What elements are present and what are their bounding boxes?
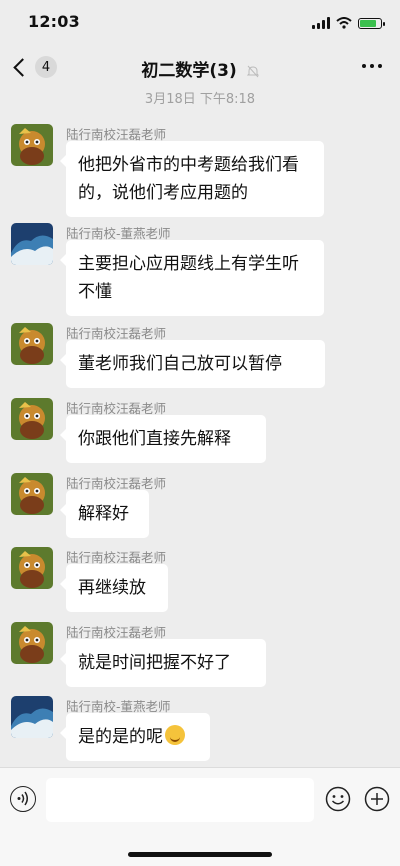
- message-bubble[interactable]: 主要担心应用题线上有学生听不懂: [60, 240, 324, 316]
- nav-bar: 4 初二数学(3): [0, 44, 400, 90]
- message-text: 你跟他们直接先解释: [78, 429, 231, 449]
- status-time: 12:03: [28, 12, 80, 31]
- status-icons: [312, 14, 385, 32]
- laughing-tears-emoji-icon: [165, 725, 185, 745]
- mute-bell-icon: [246, 65, 259, 77]
- message-bubble[interactable]: 是的是的呢: [60, 713, 210, 761]
- cartoon-avatar-icon: [11, 547, 53, 589]
- chat-title: 初二数学(3): [0, 56, 400, 81]
- message-bubble[interactable]: 就是时间把握不好了: [60, 639, 266, 687]
- wave-avatar-icon: [11, 696, 53, 738]
- smiley-icon: [325, 786, 351, 812]
- more-options-button[interactable]: [362, 64, 382, 68]
- avatar[interactable]: [11, 223, 53, 265]
- message-text: 董老师我们自己放可以暂停: [78, 354, 282, 374]
- signal-icon: [312, 17, 330, 29]
- home-indicator: [128, 852, 272, 857]
- chat-timestamp: 3月18日 下午8:18: [144, 92, 256, 107]
- voice-input-button[interactable]: [10, 786, 36, 812]
- message-text: 是的是的呢: [78, 727, 163, 747]
- more-actions-button[interactable]: [364, 786, 390, 812]
- avatar[interactable]: [11, 696, 53, 738]
- cartoon-avatar-icon: [11, 124, 53, 166]
- cartoon-avatar-icon: [11, 622, 53, 664]
- avatar[interactable]: [11, 323, 53, 365]
- cartoon-avatar-icon: [11, 323, 53, 365]
- wifi-icon: [336, 17, 352, 29]
- message-bubble[interactable]: 他把外省市的中考题给我们看的，说他们考应用题的: [60, 141, 324, 217]
- chat-title-text: 初二数学(3): [141, 61, 237, 81]
- message-bubble[interactable]: 再继续放: [60, 564, 168, 612]
- message-text: 就是时间把握不好了: [78, 653, 231, 673]
- avatar[interactable]: [11, 473, 53, 515]
- avatar[interactable]: [11, 124, 53, 166]
- wave-avatar-icon: [11, 223, 53, 265]
- cartoon-avatar-icon: [11, 398, 53, 440]
- status-bar: 12:03: [0, 0, 400, 44]
- message-bubble[interactable]: 你跟他们直接先解释: [60, 415, 266, 463]
- message-text: 他把外省市的中考题给我们看的，说他们考应用题的: [78, 155, 299, 203]
- message-input[interactable]: [46, 778, 314, 822]
- avatar[interactable]: [11, 547, 53, 589]
- avatar[interactable]: [11, 398, 53, 440]
- battery-icon: [358, 17, 385, 29]
- message-text: 再继续放: [78, 578, 146, 598]
- voice-icon: [17, 791, 28, 806]
- message-text: 解释好: [78, 504, 129, 524]
- plus-icon: [364, 786, 390, 812]
- avatar[interactable]: [11, 622, 53, 664]
- message-bubble[interactable]: 董老师我们自己放可以暂停: [60, 340, 325, 388]
- emoji-button[interactable]: [325, 786, 351, 812]
- message-text: 主要担心应用题线上有学生听不懂: [78, 254, 299, 302]
- message-bubble[interactable]: 解释好: [60, 490, 149, 538]
- cartoon-avatar-icon: [11, 473, 53, 515]
